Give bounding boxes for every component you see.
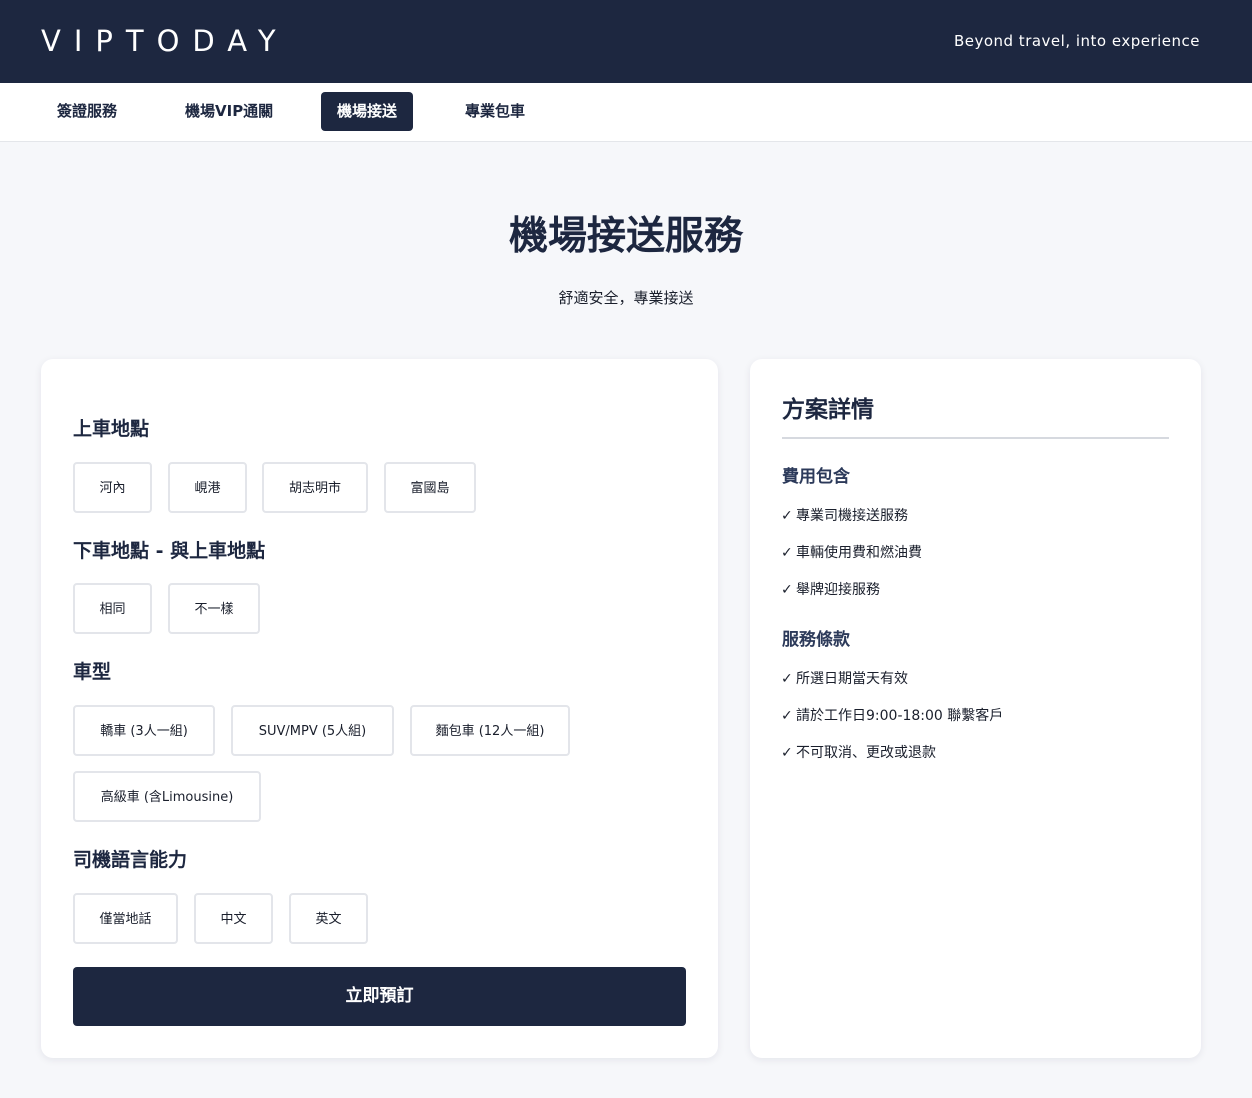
top-header: VIPTODAY Beyond travel, into experience — [0, 0, 1252, 83]
dropoff-option-same[interactable]: 相同 — [73, 583, 152, 634]
terms-item-text: 請於工作日9:00-18:00 聯繫客戶 — [796, 708, 1004, 724]
pickup-option-phu-quoc[interactable]: 富國島 — [384, 462, 476, 513]
check-icon: ✓ — [781, 708, 793, 724]
brand-logo[interactable]: VIPTODAY — [41, 24, 289, 58]
included-item: ✓ 舉牌迎接服務 — [781, 580, 880, 600]
vehicle-option-luxury[interactable]: 高級車 (含Limousine) — [73, 771, 261, 822]
tab-airport-transfer[interactable]: 機場接送 — [321, 92, 414, 131]
vehicle-section-title: 車型 — [73, 661, 112, 683]
terms-item: ✓ 請於工作日9:00-18:00 聯繫客戶 — [781, 706, 1003, 726]
terms-item-text: 所選日期當天有效 — [796, 671, 908, 687]
pickup-section-title: 上車地點 — [73, 418, 150, 440]
driver-language-section-title: 司機語言能力 — [73, 849, 188, 871]
check-icon: ✓ — [781, 508, 793, 524]
included-item: ✓ 專業司機接送服務 — [781, 506, 908, 526]
language-option-local[interactable]: 僅當地話 — [73, 893, 178, 944]
check-icon: ✓ — [781, 745, 793, 761]
vehicle-option-suv-mpv[interactable]: SUV/MPV (5人組) — [231, 705, 394, 756]
tab-airport-vip[interactable]: 機場VIP通關 — [169, 92, 289, 131]
vehicle-option-van[interactable]: 麵包車 (12人一組) — [410, 705, 570, 756]
included-item-text: 車輛使用費和燃油費 — [796, 545, 922, 561]
plan-details-title: 方案詳情 — [782, 397, 874, 423]
terms-item-text: 不可取消、更改或退款 — [796, 745, 936, 761]
pickup-option-hcmc[interactable]: 胡志明市 — [262, 462, 368, 513]
dropoff-section-title: 下車地點 - 與上車地點 — [73, 540, 266, 562]
included-heading: 費用包含 — [782, 467, 850, 487]
terms-item: ✓ 所選日期當天有效 — [781, 669, 908, 689]
page-subtitle: 舒適安全，專業接送 — [558, 289, 694, 307]
page-title: 機場接送服務 — [508, 214, 743, 259]
included-item-text: 專業司機接送服務 — [796, 508, 908, 524]
language-option-chinese[interactable]: 中文 — [194, 893, 273, 944]
dropoff-option-different[interactable]: 不一樣 — [168, 583, 260, 634]
brand-tagline: Beyond travel, into experience — [953, 32, 1200, 50]
included-item: ✓ 車輛使用費和燃油費 — [781, 543, 922, 563]
book-now-button[interactable]: 立即預訂 — [73, 967, 686, 1026]
pickup-option-hanoi[interactable]: 河內 — [73, 462, 152, 513]
plan-details-card: 方案詳情 費用包含 ✓ 專業司機接送服務 ✓ 車輛使用費和燃油費 ✓ 舉牌迎接服務 服… — [750, 359, 1201, 1058]
service-tab-bar: 簽證服務 機場VIP通關 機場接送 專業包車 — [0, 83, 1252, 142]
divider — [782, 437, 1169, 439]
terms-item: ✓ 不可取消、更改或退款 — [781, 743, 936, 763]
language-option-english[interactable]: 英文 — [289, 893, 368, 944]
check-icon: ✓ — [781, 671, 793, 687]
tab-visa[interactable]: 簽證服務 — [41, 92, 133, 131]
vehicle-option-sedan[interactable]: 轎車 (3人一組) — [73, 705, 215, 756]
pickup-option-danang[interactable]: 峴港 — [168, 462, 247, 513]
terms-heading: 服務條款 — [782, 630, 850, 650]
booking-form-card: 上車地點 河內 峴港 胡志明市 富國島 下車地點 - 與上車地點 相同 不一樣 … — [41, 359, 718, 1058]
included-item-text: 舉牌迎接服務 — [796, 582, 880, 598]
tab-private-charter[interactable]: 專業包車 — [449, 92, 541, 131]
check-icon: ✓ — [781, 582, 793, 598]
check-icon: ✓ — [781, 545, 793, 561]
